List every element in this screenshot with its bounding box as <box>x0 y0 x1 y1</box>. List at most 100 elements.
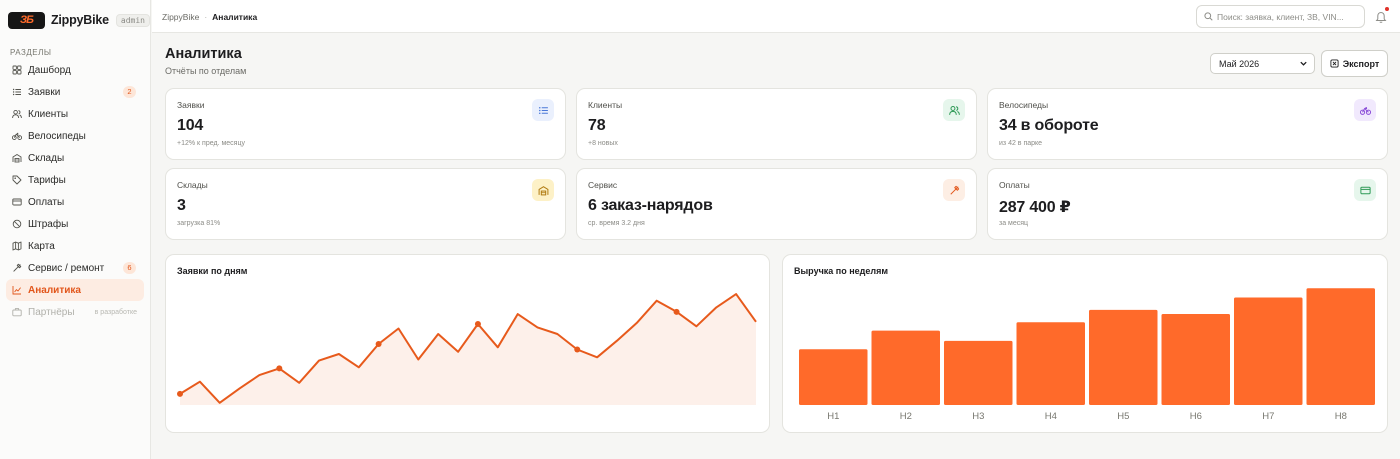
x-tick-label: Н5 <box>1117 411 1129 422</box>
briefcase-icon-wrap <box>12 307 22 317</box>
sidebar-item-list[interactable]: Заявки 2 <box>6 81 144 103</box>
sidebar-item-grid[interactable]: Дашборд <box>6 59 144 81</box>
x-tick-label: Н3 <box>972 411 984 422</box>
export-icon <box>1330 59 1339 68</box>
stat-card-warehouse[interactable]: Склады 3 загрузка 81% <box>165 168 566 240</box>
sidebar-item-warehouse[interactable]: Склады <box>6 147 144 169</box>
brand-name: ZippyBike <box>50 13 109 27</box>
wrench-icon-wrap <box>12 263 22 273</box>
list-icon <box>12 88 21 96</box>
warehouse-icon-wrap <box>12 153 22 163</box>
map-icon-wrap <box>12 241 22 251</box>
wrench-icon <box>13 263 22 272</box>
bar-Н6[interactable] <box>1161 314 1231 405</box>
sidebar-item-tag[interactable]: Тарифы <box>6 169 144 191</box>
sidebar-item-users[interactable]: Клиенты <box>6 103 144 125</box>
sidebar-item-map[interactable]: Карта <box>6 235 144 257</box>
ban-icon-wrap <box>12 219 22 229</box>
stat-card-users[interactable]: Клиенты 78 +8 новых <box>576 88 977 160</box>
month-select-value: Май 2026 <box>1219 58 1260 69</box>
sidebar-item-label: Сервис / ремонт <box>28 262 105 274</box>
users-icon <box>948 105 960 115</box>
bar-Н4[interactable] <box>1016 322 1086 405</box>
logo-text: ЗБ <box>20 14 34 26</box>
export-button[interactable]: Экспорт <box>1321 50 1388 77</box>
sidebar-item-label: Тарифы <box>28 174 66 186</box>
sidebar-item-label: Дашборд <box>28 64 71 76</box>
bicycle-icon <box>1359 106 1371 115</box>
sidebar-item-wrench[interactable]: Сервис / ремонт 6 <box>6 257 144 279</box>
data-point-marker[interactable] <box>474 321 481 328</box>
users-icon <box>12 109 22 119</box>
search-box[interactable] <box>1196 5 1365 28</box>
stat-card-wrench[interactable]: Сервис 6 заказ-нарядов ср. время 3.2 дня <box>576 168 977 240</box>
stat-label: Заявки <box>177 100 205 110</box>
breadcrumb-root[interactable]: ZippyBike <box>162 12 199 22</box>
sidebar-item-card[interactable]: Оплаты <box>6 191 144 213</box>
warehouse-icon <box>538 185 548 195</box>
sidebar-item-label: Клиенты <box>28 108 69 120</box>
stat-card-list[interactable]: Заявки 104 +12% к пред. месяцу <box>165 88 566 160</box>
sidebar-item-label: Партнёры <box>28 306 75 318</box>
topbar: ZippyBike · Аналитика <box>152 0 1400 33</box>
stat-label: Оплаты <box>999 180 1030 190</box>
bar-Н1[interactable] <box>799 349 868 405</box>
stat-icon-badge <box>943 179 965 201</box>
stat-value: 6 заказ-нарядов <box>588 197 713 214</box>
bar-Н2[interactable] <box>871 330 941 405</box>
briefcase-icon <box>12 308 22 317</box>
data-point-marker[interactable] <box>177 390 183 397</box>
data-point-marker[interactable] <box>673 308 680 315</box>
stat-label: Склады <box>177 180 208 190</box>
bar-Н5[interactable] <box>1089 309 1158 405</box>
data-point-marker[interactable] <box>276 365 283 372</box>
brand[interactable]: ЗБ ZippyBike admin <box>0 0 150 40</box>
stat-value: 34 в обороте <box>999 117 1099 134</box>
stat-icon-badge <box>1354 99 1376 121</box>
notification-dot <box>1385 7 1389 11</box>
breadcrumb: ZippyBike · Аналитика <box>162 12 257 22</box>
data-point-marker[interactable] <box>375 341 382 347</box>
sidebar-item-label: Велосипеды <box>28 130 86 142</box>
sidebar: ЗБ ZippyBike admin РАЗДЕЛЫ Дашборд Заявки… <box>0 0 151 459</box>
stat-value: 3 <box>177 197 186 214</box>
sidebar-item-label: Карта <box>28 240 55 252</box>
stat-label: Велосипеды <box>999 100 1049 110</box>
page-title: Аналитика <box>165 46 242 62</box>
tag-icon <box>12 175 22 185</box>
role-badge: admin <box>115 13 150 27</box>
stat-note: загрузка 81% <box>177 220 221 227</box>
search-icon <box>1204 12 1213 21</box>
card-icon <box>12 198 22 206</box>
sidebar-item-ban[interactable]: Штрафы <box>6 213 144 235</box>
grid-icon <box>12 65 22 75</box>
stat-label: Клиенты <box>588 100 623 110</box>
stat-value: 287 400 ₽ <box>999 199 1071 216</box>
x-tick-label: Н4 <box>1045 411 1057 422</box>
x-tick-label: Н6 <box>1190 411 1202 422</box>
ban-icon <box>12 219 22 229</box>
sidebar-item-label: Склады <box>28 152 65 164</box>
count-badge: 6 <box>123 262 136 274</box>
data-point-marker[interactable] <box>574 346 581 353</box>
chart-icon-wrap <box>12 285 22 295</box>
tag-icon-wrap <box>12 175 22 185</box>
month-select[interactable]: Май 2026 <box>1210 53 1315 74</box>
bar-Н7[interactable] <box>1234 297 1303 406</box>
bar-chart: Н1 Н2 Н3 Н4 Н5 Н6 Н7 Н8 <box>799 288 1376 422</box>
bar-Н8[interactable] <box>1306 288 1376 405</box>
users-icon-wrap <box>12 109 22 119</box>
stat-card-card[interactable]: Оплаты 287 400 ₽ за месяц <box>987 168 1388 240</box>
search-input[interactable] <box>1217 11 1362 22</box>
sidebar-item-bicycle[interactable]: Велосипеды <box>6 125 144 147</box>
bar-Н3[interactable] <box>944 340 1013 405</box>
card-icon <box>1359 186 1371 194</box>
bell-icon[interactable] <box>1375 11 1387 24</box>
sidebar-item-chart[interactable]: Аналитика <box>6 279 144 301</box>
stat-card-bicycle[interactable]: Велосипеды 34 в обороте из 42 в парке <box>987 88 1388 160</box>
warehouse-icon <box>12 153 22 163</box>
x-tick-label: Н1 <box>827 411 839 422</box>
chart-card-weekly-revenue: Выручка по неделям Н1 Н2 Н3 Н4 Н5 Н6 Н7 Н8 <box>782 254 1388 433</box>
sidebar-nav: Дашборд Заявки 2 Клиенты Велосипеды Склады Тар… <box>0 59 150 323</box>
sidebar-item-label: Заявки <box>28 86 61 98</box>
